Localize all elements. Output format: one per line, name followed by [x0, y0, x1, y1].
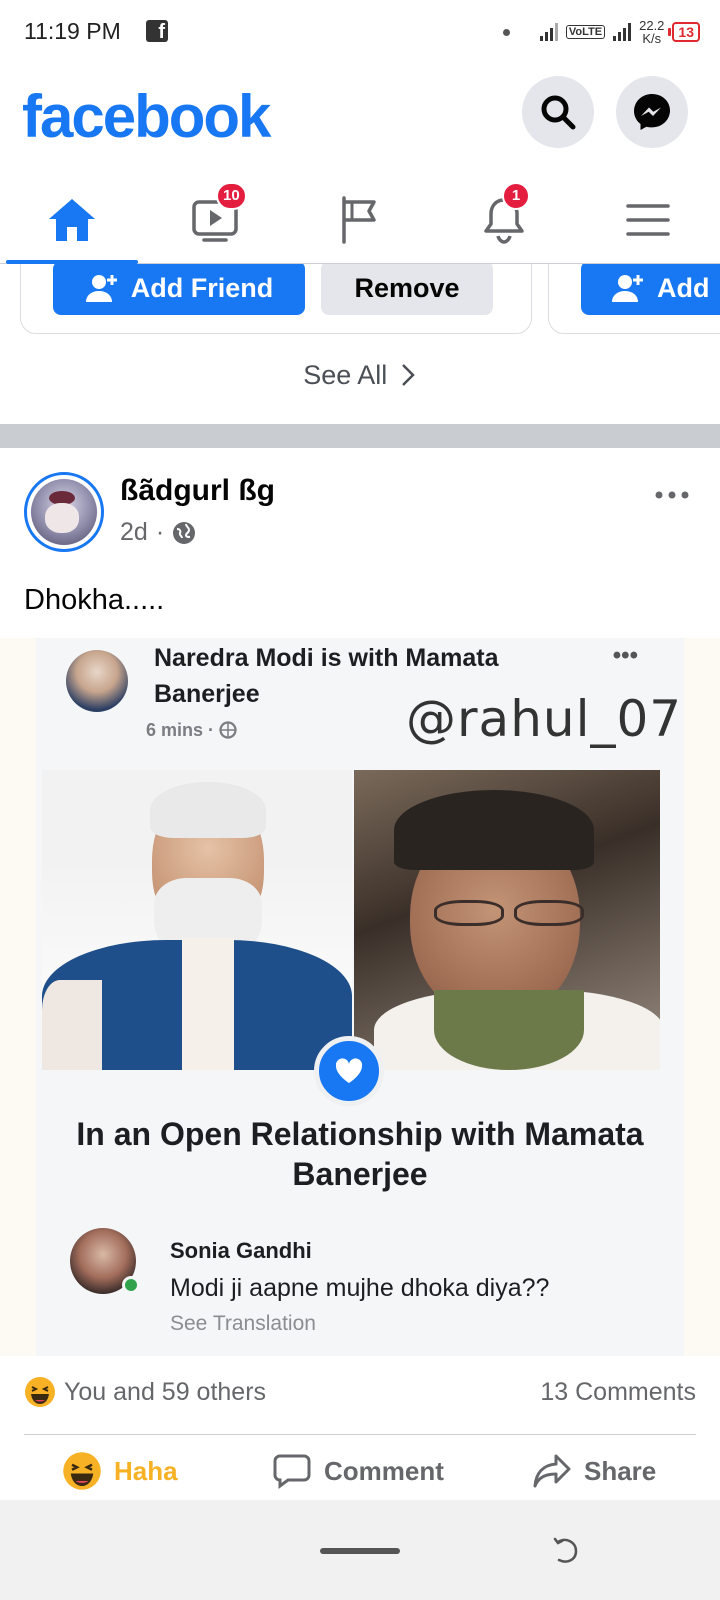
share-label: Share [584, 1455, 657, 1486]
feed-separator [0, 424, 720, 448]
post-author[interactable]: ßãdgurl ßg [120, 474, 275, 508]
dot-icon [502, 28, 510, 36]
meta-separator: · [155, 518, 165, 546]
photo-woman [354, 770, 660, 1070]
messenger-button[interactable] [616, 76, 688, 148]
reaction-summary[interactable]: You and 59 others 13 Comments [24, 1372, 696, 1412]
see-translation-text: See Translation [170, 1312, 316, 1335]
more-options-icon [655, 491, 689, 499]
status-indicators: VoLTE 22.2 K/s 13 [502, 14, 700, 50]
back-gesture-icon[interactable] [552, 1536, 580, 1566]
chevron-right-icon [401, 364, 415, 386]
signal-icon-2 [613, 23, 632, 41]
add-friend-label: Add Friend [130, 272, 274, 303]
share-icon [533, 1454, 571, 1488]
image-relationship-line1: In an Open Relationship with Mamata [76, 1116, 644, 1152]
system-navigation-bar [0, 1500, 720, 1600]
globe-icon [219, 721, 237, 739]
commenter-name: Sonia Gandhi [170, 1238, 312, 1263]
post-text: Dhokha..... [24, 584, 165, 616]
facebook-notification-icon: f [146, 20, 168, 43]
status-bar: 11:19 PM f VoLTE 22.2 K/s 13 [0, 0, 720, 66]
home-icon [49, 199, 95, 241]
haha-reaction-icon [63, 1452, 101, 1490]
tab-home[interactable] [0, 176, 144, 264]
signal-icon [539, 23, 558, 41]
photo-man [42, 770, 352, 1070]
add-friend-label-partial: Add [657, 272, 710, 303]
online-status-dot [122, 1276, 140, 1294]
avatar-image [31, 479, 97, 545]
speed-unit: K/s [642, 31, 662, 46]
image-dots: ••• [612, 642, 638, 669]
suggestion-card: Add Friend Remove [20, 264, 532, 334]
comment-count[interactable]: 13 Comments [540, 1378, 696, 1407]
image-watermark-handle: @rahul_07 [406, 690, 683, 748]
post-meta: 2d · [120, 518, 196, 547]
image-avatar [66, 650, 128, 712]
watch-badge: 10 [216, 182, 247, 210]
comment-button[interactable]: Comment [272, 1442, 444, 1500]
see-all-link[interactable]: See All [0, 360, 720, 391]
add-friend-icon [85, 275, 117, 302]
image-meta-text: 6 mins · [146, 720, 215, 740]
commenter-text: Modi ji aapne mujhe dhoka diya?? [170, 1274, 550, 1302]
search-button[interactable] [522, 76, 594, 148]
network-speed: 22.2 K/s [639, 19, 664, 45]
post-options-button[interactable] [654, 474, 690, 508]
comment-label: Comment [324, 1455, 444, 1486]
image-header-line1: Naredra Modi is with Mamata [154, 644, 499, 672]
heart-badge [314, 1036, 384, 1106]
tab-watch[interactable]: 10 [144, 176, 288, 264]
actions-divider [24, 1434, 696, 1435]
heart-icon [335, 1058, 363, 1083]
post-time[interactable]: 2d [120, 518, 148, 547]
tab-bar: 10 1 [0, 176, 720, 264]
haha-button[interactable]: Haha [62, 1442, 178, 1500]
tab-pages[interactable] [288, 176, 432, 264]
remove-button[interactable]: Remove [321, 264, 493, 315]
friend-suggestions: Add Friend Remove Add See All [0, 264, 720, 424]
app-header: facebook [0, 66, 720, 176]
add-friend-button[interactable]: Add Friend [53, 264, 305, 315]
add-friend-icon [612, 275, 643, 302]
reaction-count: You and 59 others [64, 1377, 267, 1406]
hamburger-icon [626, 204, 670, 236]
volte-badge: VoLTE [565, 25, 606, 39]
suggestion-card-partial: Add [548, 264, 720, 334]
feed-post: ßãdgurl ßg 2d · Dhokha..... Naredra Modi… [0, 448, 720, 1500]
globe-icon [173, 521, 196, 544]
notifications-badge: 1 [502, 182, 530, 210]
author-avatar[interactable] [24, 472, 104, 552]
tab-notifications[interactable]: 1 [432, 176, 576, 264]
facebook-logo[interactable]: facebook [22, 82, 271, 151]
comment-icon [273, 1454, 311, 1489]
search-icon [541, 95, 576, 130]
status-time: 11:19 PM [24, 18, 121, 44]
image-header-line2: Banerjee [154, 680, 260, 708]
see-all-label: See All [303, 360, 388, 390]
post-image[interactable]: Naredra Modi is with Mamata Banerjee 6 m… [0, 638, 720, 1356]
image-meta: 6 mins · [146, 720, 237, 741]
flag-icon [342, 196, 376, 244]
tab-menu[interactable] [576, 176, 720, 264]
post-actions: Haha Comment Share [0, 1442, 720, 1500]
image-relationship-line2: Banerjee [292, 1156, 428, 1192]
messenger-icon [634, 94, 670, 130]
add-friend-button-2[interactable]: Add [581, 264, 720, 315]
home-gesture-bar[interactable] [320, 1548, 400, 1554]
screenshot-image: Naredra Modi is with Mamata Banerjee 6 m… [36, 638, 684, 1356]
haha-label: Haha [114, 1455, 178, 1486]
haha-reaction-icon [25, 1377, 55, 1407]
share-button[interactable]: Share [532, 1442, 656, 1500]
battery-indicator: 13 [668, 22, 700, 42]
